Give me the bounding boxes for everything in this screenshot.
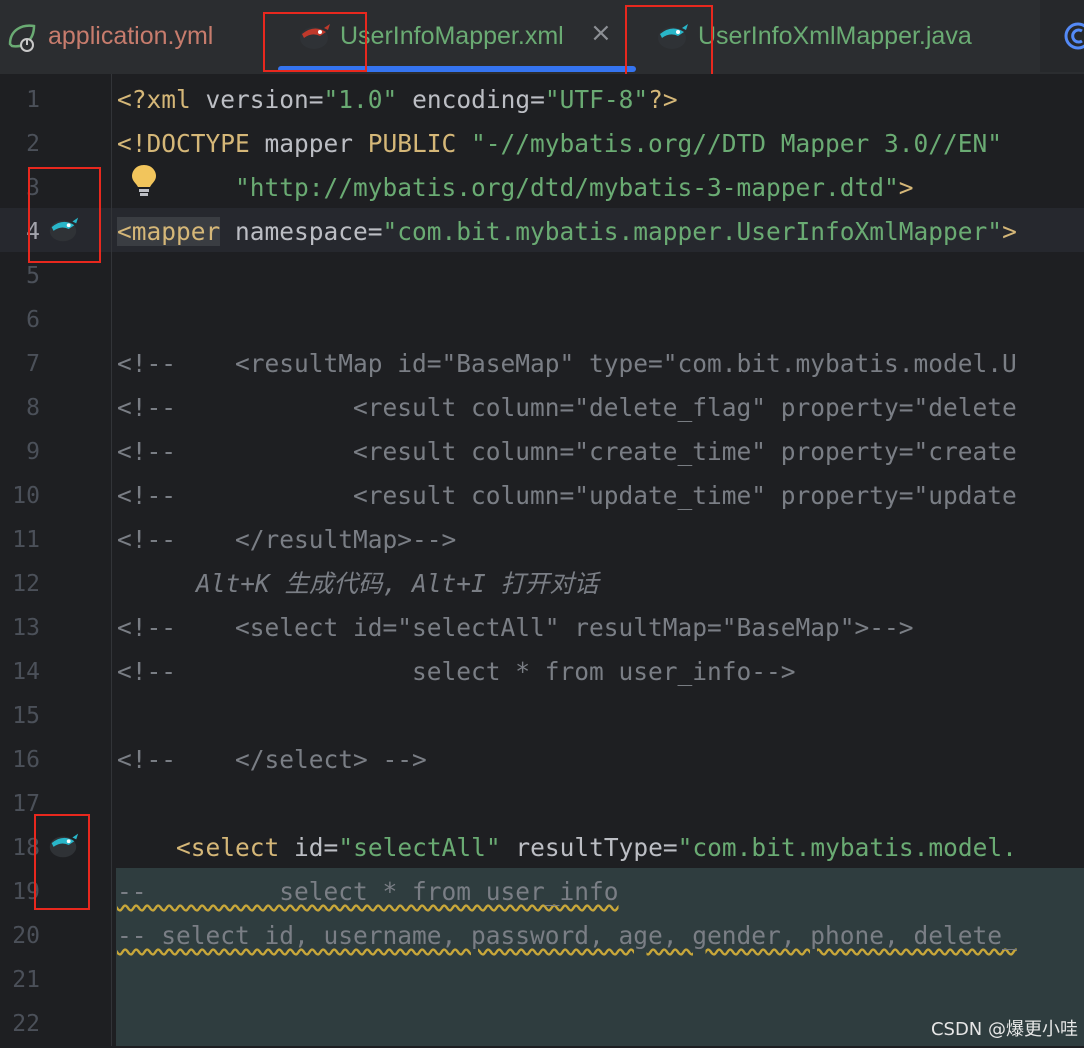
line-number: 14 (12, 659, 40, 685)
code-line: <!-- <result column="delete_flag" proper… (117, 393, 1017, 422)
code-line: <!-- <result column="create_time" proper… (117, 437, 1017, 466)
code-line: <select id="selectAll" resultType="com.b… (176, 833, 1017, 862)
line-number: 15 (12, 703, 40, 729)
code-line: <!DOCTYPE mapper PUBLIC "-//mybatis.org/… (117, 129, 1003, 158)
sql-comment: -- select id, username, password, age, g… (117, 921, 1017, 950)
code-line: "http://mybatis.org/dtd/mybatis-3-mapper… (235, 173, 914, 202)
line-number: 7 (26, 351, 40, 377)
line-number: 13 (12, 615, 40, 641)
line-number: 21 (12, 967, 40, 993)
line-number: 11 (12, 527, 40, 553)
line-number: 1 (26, 87, 40, 113)
line-number: 16 (12, 747, 40, 773)
tab-close-button[interactable]: × (590, 18, 612, 48)
line-number: 12 (12, 571, 40, 597)
tab-label: UserInfoXmlMapper.java (698, 21, 972, 50)
line-number: 6 (26, 307, 40, 333)
annotation-box (28, 167, 101, 263)
matched-tag: <mapper (117, 217, 221, 246)
code-line: -- select * from user_info (117, 868, 619, 912)
code-line: <!-- <result column="update_time" proper… (117, 481, 1017, 510)
tab-class-file[interactable] (1040, 0, 1084, 72)
code-line: <!-- <resultMap id="BaseMap" type="com.b… (117, 349, 1017, 378)
tab-label: UserInfoMapper.xml (340, 21, 564, 50)
ai-inline-hint: Alt+K 生成代码, Alt+I 打开对话 (196, 569, 599, 598)
tab-application-yml[interactable]: application.yml (4, 0, 213, 72)
line-number: 2 (26, 131, 40, 157)
spring-leaf-icon (4, 18, 40, 54)
annotation-box (263, 12, 367, 72)
annotation-box (625, 5, 713, 77)
line-number: 10 (12, 483, 40, 509)
code-line: <!-- </select> --> (117, 745, 427, 774)
line-number: 8 (26, 395, 40, 421)
code-line: <?xml version="1.0" encoding="UTF-8"?> (117, 85, 678, 114)
class-c-icon (1060, 18, 1084, 54)
watermark: CSDN @爆更小哇 (930, 1019, 1078, 1040)
annotation-box (34, 814, 90, 910)
code-line: <!-- select * from user_info--> (117, 657, 796, 686)
tab-label: application.yml (48, 21, 214, 50)
code-line: -- select id, username, password, age, g… (117, 912, 1017, 956)
code-line: <!-- <select id="selectAll" resultMap="B… (117, 613, 914, 642)
code-line: <mapper namespace="com.bit.mybatis.mappe… (117, 217, 1017, 246)
code-line: <!-- </resultMap>--> (117, 525, 457, 554)
line-number: 22 (12, 1011, 40, 1037)
sql-comment: -- select * from user_info (117, 877, 619, 906)
line-number: 20 (12, 923, 40, 949)
editor-tab-bar: application.yml UserInfoMapper.xml × Use… (0, 0, 1084, 77)
line-number: 9 (26, 439, 40, 465)
